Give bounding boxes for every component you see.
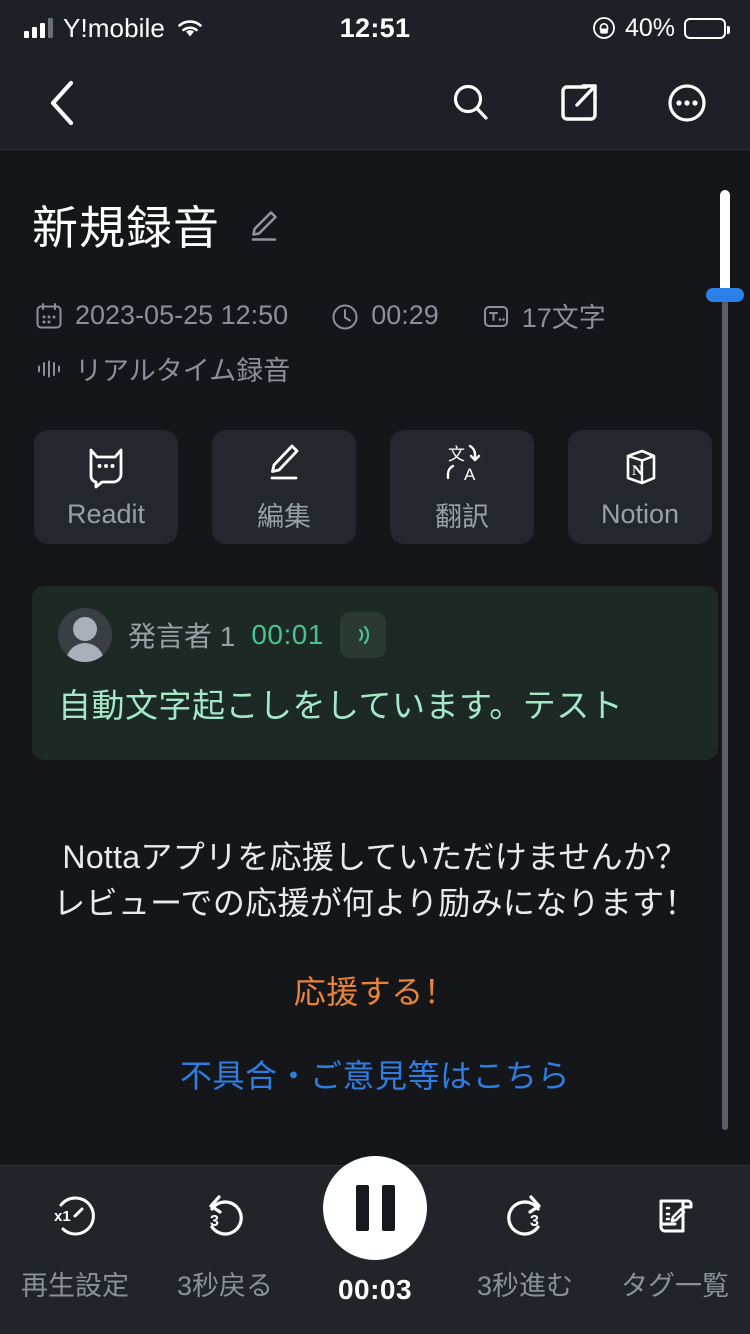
cellular-bars-icon	[24, 18, 53, 38]
svg-text:文: 文	[448, 445, 465, 464]
playback-speed-x1-icon: x1	[47, 1188, 103, 1244]
readit-cat-icon	[81, 444, 131, 490]
vertical-scroll-slider[interactable]	[706, 190, 744, 1130]
meta-duration-label: 00:29	[371, 300, 439, 330]
rotation-lock-icon	[592, 16, 616, 40]
svg-text:3: 3	[530, 1213, 539, 1230]
transcript-header: 発言者 1 00:01	[58, 608, 692, 662]
nav-actions	[438, 70, 720, 136]
slider-thumb[interactable]	[706, 288, 744, 302]
waveform-icon	[34, 354, 64, 384]
status-bar-clock: 12:51	[339, 12, 411, 43]
share-export-icon[interactable]	[546, 70, 612, 136]
forward-label: 3秒進む	[476, 1271, 574, 1301]
chip-translate[interactable]: 文 A 翻訳	[390, 430, 534, 544]
clock-icon	[330, 301, 360, 331]
meta-mode-label: リアルタイム録音	[75, 356, 291, 386]
title-row: 新規録音	[0, 150, 750, 258]
rewind-3-icon: 3	[197, 1188, 253, 1244]
meta-chars-label: 17文字	[521, 303, 606, 333]
chip-label: Readit	[66, 499, 146, 529]
calendar-icon	[34, 301, 64, 331]
playback-speed-label: 再生設定	[21, 1271, 129, 1301]
transcript-timestamp: 00:01	[251, 619, 324, 650]
svg-text:N: N	[632, 463, 643, 479]
promo-block: Nottaアプリを応援していただけませんか？レビューでの応援が何より励みになりま…	[0, 760, 750, 1097]
notion-cube-icon: N	[616, 444, 664, 490]
page-title: 新規録音	[32, 202, 220, 254]
meta-mode: リアルタイム録音	[34, 349, 290, 388]
meta-chars: 17文字	[481, 296, 606, 335]
status-bar: Y!mobile 12:51 40% ⚡	[0, 0, 750, 56]
status-bar-right: 40% ⚡	[410, 13, 730, 43]
forward-button[interactable]: 3 3秒進む	[450, 1188, 600, 1303]
promo-message: Nottaアプリを応援していただけませんか？レビューでの応援が何より励みになりま…	[53, 838, 697, 922]
forward-3-icon: 3	[497, 1188, 553, 1244]
current-time-label: 00:03	[337, 1274, 413, 1305]
meta-line-primary: 2023-05-25 12:50 00:29 17文字	[34, 296, 750, 335]
pause-icon	[323, 1156, 427, 1260]
chip-readit[interactable]: Readit	[34, 430, 178, 544]
playback-speed-button[interactable]: x1 再生設定	[0, 1188, 150, 1303]
meta-duration: 00:29	[330, 300, 439, 331]
wifi-icon	[175, 17, 205, 39]
transcript-text: 自動文字起こしをしています。テスト	[58, 687, 624, 724]
carrier-label: Y!mobile	[63, 12, 165, 43]
svg-text:x1: x1	[54, 1208, 71, 1225]
search-icon[interactable]	[438, 70, 504, 136]
chip-label: 翻訳	[435, 502, 489, 532]
promo-cta-link[interactable]: 応援する！	[52, 967, 698, 1013]
tag-list-button[interactable]: タグ一覧	[600, 1188, 750, 1303]
more-options-icon[interactable]	[654, 70, 720, 136]
pencil-edit-icon	[260, 440, 308, 486]
slider-fill	[720, 190, 730, 295]
status-bar-left: Y!mobile	[24, 13, 340, 44]
navigation-bar	[0, 56, 750, 150]
pencil-edit-icon[interactable]	[242, 204, 284, 246]
tag-list-label: タグ一覧	[621, 1271, 729, 1301]
action-chip-row[interactable]: Readit 編集 文 A 翻訳 N Notion	[0, 388, 750, 544]
sound-wave-icon[interactable]	[339, 612, 386, 658]
chip-label: 編集	[257, 502, 311, 532]
battery-percent-label: 40%	[624, 13, 675, 42]
app-screen: Y!mobile 12:51 40% ⚡ 新規録音 2023-05-25 12:…	[0, 0, 750, 1334]
rewind-button[interactable]: 3 3秒戻る	[150, 1188, 300, 1303]
svg-text:A: A	[464, 465, 476, 484]
player-bar: x1 再生設定 3 3秒戻る 00:03 3 3秒進む タグ一覧	[0, 1156, 750, 1334]
chip-notion[interactable]: N Notion	[568, 430, 712, 544]
speaker-label: 発言者 1	[128, 621, 236, 652]
text-count-icon	[481, 301, 511, 331]
battery-charging-icon: ⚡	[684, 17, 730, 39]
play-pause-button[interactable]: 00:03	[300, 1156, 450, 1306]
back-chevron-icon[interactable]	[30, 70, 96, 136]
chip-edit[interactable]: 編集	[212, 430, 356, 544]
svg-text:3: 3	[210, 1213, 219, 1230]
meta-line-secondary: リアルタイム録音	[34, 349, 750, 388]
meta-date: 2023-05-25 12:50	[34, 300, 288, 331]
translate-icon: 文 A	[437, 440, 487, 486]
meta-date-label: 2023-05-25 12:50	[75, 300, 289, 330]
user-avatar-icon	[58, 608, 112, 662]
tag-list-icon	[647, 1188, 703, 1244]
recording-meta: 2023-05-25 12:50 00:29 17文字 リアルタイム録音	[0, 258, 750, 388]
slider-track	[722, 190, 728, 1130]
feedback-link[interactable]: 不具合・ご意見等はこちら	[52, 1051, 698, 1097]
rewind-label: 3秒戻る	[176, 1271, 274, 1301]
scroll-content: 新規録音 2023-05-25 12:50 00:29 17文字 リアルタイム録…	[0, 150, 750, 1165]
chip-label: Notion	[600, 499, 680, 529]
transcript-card[interactable]: 発言者 1 00:01 自動文字起こしをしています。テスト	[32, 586, 718, 760]
